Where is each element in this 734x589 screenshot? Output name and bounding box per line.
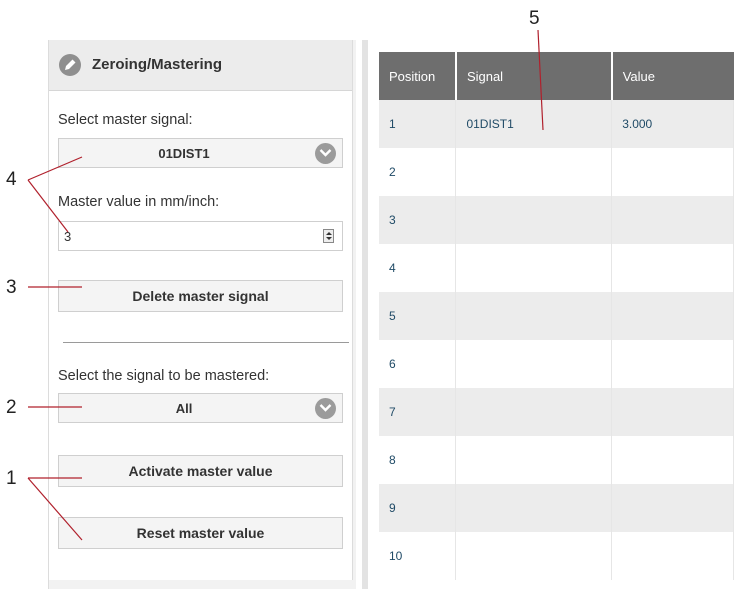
- callout-line-4b: [27, 179, 69, 233]
- callout-line-5: [537, 29, 544, 131]
- callout-number-2: 2: [6, 397, 17, 418]
- callout-number-4: 4: [6, 169, 17, 190]
- callout-line-1b: [27, 477, 83, 541]
- callout-number-1: 1: [6, 468, 17, 489]
- callout-lines: [27, 29, 544, 541]
- callout-number-5: 5: [529, 8, 540, 29]
- callout-number-3: 3: [6, 277, 17, 298]
- callout-line-4a: [27, 156, 83, 181]
